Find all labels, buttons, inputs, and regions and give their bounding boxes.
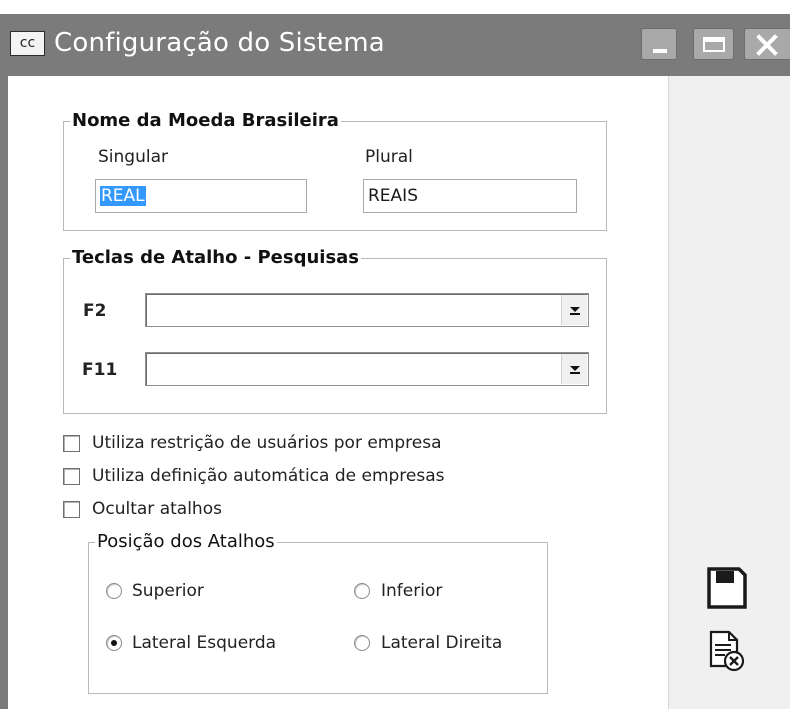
save-icon <box>707 567 747 609</box>
f11-select[interactable] <box>145 352 589 386</box>
posicao-group: Posição dos Atalhos <box>88 532 548 694</box>
radio-lateral-esquerda[interactable] <box>106 635 122 651</box>
singular-value: REAL <box>100 186 146 206</box>
form-area: Nome da Moeda Brasileira Singular REAL P… <box>8 76 668 709</box>
minimize-icon <box>642 29 676 59</box>
cancel-document-icon <box>709 630 745 672</box>
radio-inferior[interactable] <box>354 583 370 599</box>
close-icon <box>745 29 790 59</box>
lateral-esquerda-label[interactable]: Lateral Esquerda <box>132 633 276 653</box>
chevron-down-icon <box>570 307 580 312</box>
radio-superior[interactable] <box>106 583 122 599</box>
plural-label: Plural <box>365 147 413 167</box>
chevron-down-icon <box>570 366 580 371</box>
close-button[interactable] <box>744 28 790 60</box>
superior-label[interactable]: Superior <box>132 581 204 601</box>
f2-label: F2 <box>83 301 107 321</box>
ocultar-atalhos-label[interactable]: Ocultar atalhos <box>92 499 222 519</box>
checkbox-definicao-automatica[interactable] <box>63 468 80 485</box>
maximize-button[interactable] <box>693 28 734 60</box>
window-left-border <box>0 76 8 709</box>
save-button[interactable] <box>701 563 751 613</box>
side-toolbar <box>668 76 790 709</box>
f2-select[interactable] <box>145 293 589 327</box>
f11-dropdown-button[interactable] <box>561 354 587 384</box>
radio-lateral-direita[interactable] <box>354 635 370 651</box>
definicao-automatica-label[interactable]: Utiliza definição automática de empresas <box>92 466 445 486</box>
moeda-group: Nome da Moeda Brasileira <box>63 111 607 231</box>
posicao-group-title: Posição dos Atalhos <box>97 531 275 552</box>
title-bar: cc Configuração do Sistema <box>0 14 790 76</box>
singular-input[interactable]: REAL <box>95 179 307 213</box>
f2-dropdown-button[interactable] <box>561 295 587 325</box>
cancel-button[interactable] <box>705 628 749 674</box>
atalhos-group-title: Teclas de Atalho - Pesquisas <box>72 247 360 268</box>
f11-label: F11 <box>82 360 118 380</box>
atalhos-group: Teclas de Atalho - Pesquisas <box>63 248 607 414</box>
plural-input[interactable]: REAIS <box>363 179 577 213</box>
config-window: cc Configuração do Sistema Nome da Moeda… <box>0 14 790 709</box>
app-icon[interactable]: cc <box>10 31 45 56</box>
singular-label: Singular <box>98 147 168 167</box>
lateral-direita-label[interactable]: Lateral Direita <box>381 633 502 653</box>
inferior-label[interactable]: Inferior <box>381 581 442 601</box>
moeda-group-title: Nome da Moeda Brasileira <box>72 110 339 131</box>
maximize-icon <box>694 29 733 59</box>
restricao-usuarios-label[interactable]: Utiliza restrição de usuários por empres… <box>92 433 442 453</box>
minimize-button[interactable] <box>641 28 677 60</box>
window-title: Configuração do Sistema <box>54 28 385 58</box>
checkbox-ocultar-atalhos[interactable] <box>63 501 80 518</box>
checkbox-restricao-usuarios[interactable] <box>63 435 80 452</box>
top-margin <box>0 0 790 14</box>
